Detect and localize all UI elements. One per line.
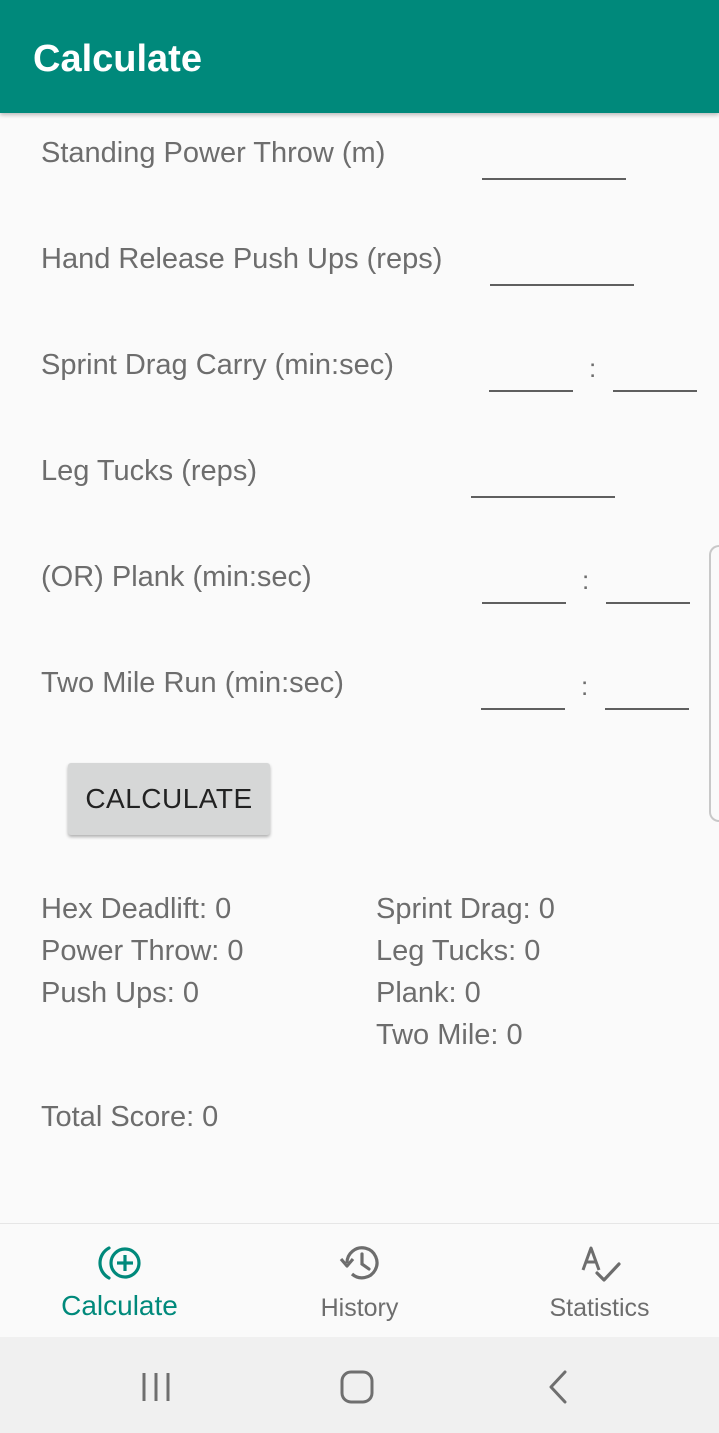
plank-separator: : (582, 565, 590, 595)
two-mile-label: Two Mile Run (min:sec) (41, 667, 344, 699)
nav-item-calculate[interactable]: Calculate (0, 1224, 239, 1338)
back-icon[interactable] (539, 1367, 579, 1407)
bottom-navigation: Calculate History Statistics (0, 1223, 719, 1338)
result-two-mile: Two Mile: 0 (376, 1019, 523, 1051)
recent-apps-icon[interactable] (136, 1367, 176, 1407)
edge-panel-handle[interactable] (709, 545, 719, 822)
plank-seconds-input[interactable] (606, 602, 690, 604)
two-mile-separator: : (581, 671, 589, 701)
two-mile-minutes-input[interactable] (481, 708, 565, 710)
result-sprint-drag: Sprint Drag: 0 (376, 893, 555, 925)
home-icon[interactable] (337, 1367, 377, 1407)
history-icon (339, 1246, 379, 1280)
sprint-drag-minutes-input[interactable] (489, 390, 573, 392)
result-total-score: Total Score: 0 (41, 1101, 219, 1133)
leg-tucks-input[interactable] (471, 496, 615, 498)
calculate-button[interactable]: CALCULATE (68, 763, 270, 835)
power-throw-label: Standing Power Throw (m) (41, 137, 386, 169)
nav-item-history[interactable]: History (240, 1224, 479, 1338)
push-ups-input[interactable] (490, 284, 634, 286)
sprint-drag-seconds-input[interactable] (613, 390, 697, 392)
result-power-throw: Power Throw: 0 (41, 935, 244, 967)
page-title: Calculate (33, 38, 202, 80)
push-ups-label: Hand Release Push Ups (reps) (41, 243, 443, 275)
spellcheck-icon (581, 1246, 621, 1282)
two-mile-seconds-input[interactable] (605, 708, 689, 710)
result-leg-tucks: Leg Tucks: 0 (376, 935, 541, 967)
system-navigation-bar (0, 1337, 719, 1433)
plank-label: (OR) Plank (min:sec) (41, 561, 312, 593)
nav-label-statistics: Statistics (549, 1294, 650, 1322)
leg-tucks-label: Leg Tucks (reps) (41, 455, 257, 487)
power-throw-input[interactable] (482, 178, 626, 180)
calculator-form: Standing Power Throw (m) Hand Release Pu… (0, 113, 719, 1223)
app-bar: Calculate (0, 0, 719, 113)
nav-label-history: History (320, 1294, 399, 1322)
sprint-drag-label: Sprint Drag Carry (min:sec) (41, 349, 394, 381)
result-push-ups: Push Ups: 0 (41, 977, 199, 1009)
nav-label-calculate: Calculate (61, 1290, 178, 1321)
sprint-drag-separator: : (589, 353, 597, 383)
result-plank: Plank: 0 (376, 977, 481, 1009)
calculate-add-icon (97, 1246, 141, 1280)
plank-minutes-input[interactable] (482, 602, 566, 604)
nav-item-statistics[interactable]: Statistics (480, 1224, 719, 1338)
result-hex-deadlift: Hex Deadlift: 0 (41, 893, 232, 925)
